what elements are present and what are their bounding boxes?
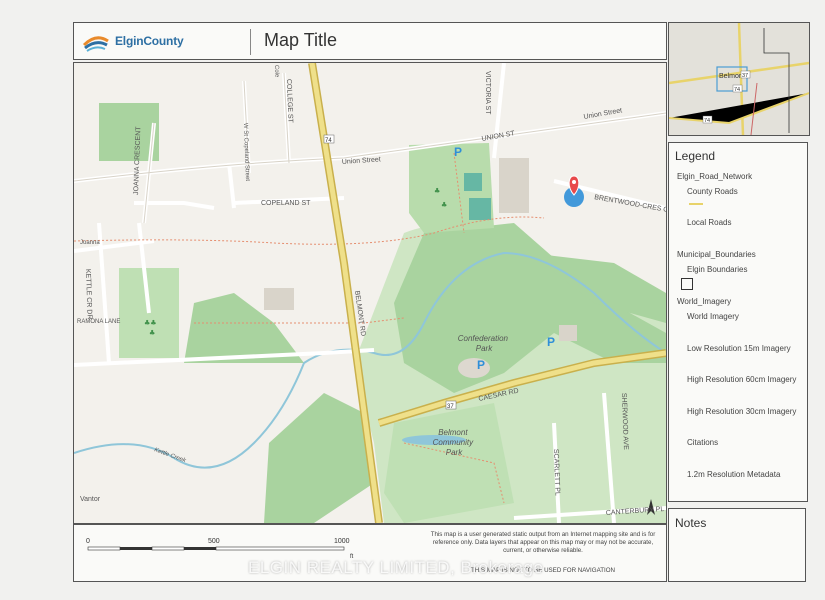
legend-municipal-boundaries: Municipal_Boundaries	[677, 250, 756, 259]
scale-label-1000: 1000	[334, 538, 350, 545]
legend-road-network: Elgin_Road_Network	[677, 172, 753, 181]
county-road-swatch	[689, 203, 703, 205]
legend-elgin-boundaries: Elgin Boundaries	[687, 265, 748, 274]
main-map[interactable]: P P P ♣♣ ♣ ♣ ♣ UNION ST Union Street Uni…	[73, 62, 667, 524]
legend-metadata: 1.2m Resolution Metadata	[687, 470, 781, 479]
notes-panel: Notes	[668, 508, 806, 582]
svg-text:P: P	[454, 145, 462, 159]
svg-text:♣: ♣	[434, 187, 440, 195]
svg-text:P: P	[547, 335, 555, 349]
shield-74: 74	[325, 138, 332, 144]
svg-text:♣: ♣	[149, 329, 155, 337]
legend-citations: Citations	[687, 438, 719, 447]
scale-label-500: 500	[208, 538, 220, 545]
elgin-county-logo	[82, 36, 109, 52]
svg-text:♣♣: ♣♣	[144, 319, 157, 327]
label-confederation-park-1: Confederation	[458, 334, 509, 343]
map-canvas[interactable]: P P P ♣♣ ♣ ♣ ♣ UNION ST Union Street Uni…	[74, 63, 666, 523]
map-attribution: Vantor	[80, 496, 101, 503]
overview-canvas: Belmont 37 74 74	[669, 23, 809, 135]
legend-high-res-30cm: High Resolution 30cm Imagery	[687, 407, 797, 416]
label-joanna: Joanna	[80, 240, 100, 246]
notes-heading: Notes	[675, 516, 707, 530]
legend-low-res-15m: Low Resolution 15m Imagery	[687, 344, 791, 353]
brand-name: ElginCounty	[115, 34, 184, 48]
label-confederation-park-2: Park	[476, 344, 493, 353]
map-title: Map Title	[264, 30, 338, 50]
label-copeland-st: COPELAND ST	[261, 200, 311, 207]
legend-world-imagery: World Imagery	[687, 312, 739, 321]
label-victoria-st: VICTORIA ST	[484, 71, 491, 115]
header-divider	[250, 29, 251, 55]
shield-37: 37	[447, 404, 454, 410]
disclaimer-text: This map is a user generated static outp…	[430, 531, 656, 554]
scale-label-0: 0	[86, 538, 90, 545]
map-sheet: ElginCounty Map Title P P P ♣♣ ♣ ♣ ♣ UNI…	[0, 0, 825, 600]
watermark: ELGIN REALTY LIMITED, Brokerage	[248, 558, 544, 577]
legend-heading: Legend	[675, 149, 716, 163]
legend-world-imagery-group: World_Imagery	[677, 297, 732, 306]
legend-county-roads: County Roads	[687, 187, 738, 196]
overview-map[interactable]: Belmont 37 74 74	[668, 22, 810, 136]
label-cole: Cole	[273, 65, 279, 78]
overview-shield-37: 37	[742, 73, 748, 79]
map-header: ElginCounty Map Title	[73, 22, 667, 60]
boundary-swatch	[681, 278, 693, 290]
legend-high-res-60cm: High Resolution 60cm Imagery	[687, 375, 797, 384]
svg-text:♣: ♣	[441, 201, 447, 209]
overview-shield-74: 74	[734, 87, 740, 93]
legend-panel: Legend Elgin_Road_Network County Roads L…	[668, 142, 808, 502]
label-ramona-lane: RAMONA LANE	[77, 319, 120, 325]
overview-shield-74-south: 74	[704, 118, 710, 124]
legend-local-roads: Local Roads	[687, 218, 732, 227]
svg-text:P: P	[477, 358, 485, 372]
